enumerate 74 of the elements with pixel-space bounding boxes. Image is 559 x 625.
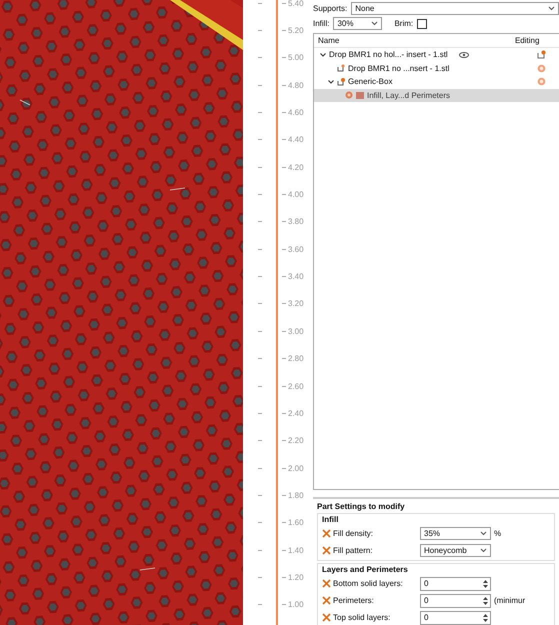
- option-label: Fill density:: [333, 529, 374, 538]
- object-name: Drop BMR1 no ...nsert - 1.stl: [348, 64, 450, 73]
- caret-icon: [548, 6, 555, 11]
- add-part-icon[interactable]: [537, 50, 546, 60]
- infill-label: Infill:: [313, 19, 330, 28]
- caret-icon: [480, 548, 487, 553]
- option-dropdown[interactable]: Honeycomb: [420, 544, 491, 557]
- object-name: Generic-Box: [348, 77, 392, 86]
- supports-dropdown[interactable]: None: [351, 2, 559, 15]
- height-label: 1.60: [288, 518, 304, 528]
- remove-icon[interactable]: [322, 613, 331, 622]
- number-field[interactable]: 0: [420, 610, 491, 624]
- tree-row[interactable]: Generic-Box: [314, 75, 559, 88]
- caret-icon: [371, 21, 378, 26]
- height-label: 2.60: [288, 382, 304, 391]
- option-label: Top solid layers:: [333, 613, 390, 622]
- remove-icon[interactable]: [322, 529, 331, 538]
- height-label: 4.80: [288, 80, 304, 90]
- chevron-icon[interactable]: [320, 52, 326, 58]
- caret-icon: [480, 531, 487, 536]
- infill-dropdown[interactable]: 30%: [333, 17, 382, 30]
- tree-row[interactable]: Infill, Lay...d Perimeters: [314, 88, 559, 102]
- remove-icon[interactable]: [322, 546, 331, 555]
- unit-label: (minimur: [494, 596, 526, 605]
- height-label: 5.40: [288, 0, 304, 8]
- brim-checkbox[interactable]: [417, 18, 428, 28]
- unit-label: %: [494, 529, 502, 538]
- option-label: Bottom solid layers:: [333, 579, 403, 588]
- option-label: Perimeters:: [333, 596, 374, 605]
- height-label: 2.20: [288, 436, 304, 446]
- number-field[interactable]: 0: [420, 576, 491, 590]
- height-label: 4.60: [288, 108, 304, 117]
- supports-label: Supports:: [313, 4, 348, 13]
- object-name: Infill, Lay...d Perimeters: [367, 90, 450, 100]
- tree-row[interactable]: Drop BMR1 no ...nsert - 1.stl: [314, 62, 559, 75]
- gear-icon: [345, 91, 353, 100]
- column-header[interactable]: Editing: [491, 36, 559, 45]
- height-label: 5.00: [288, 53, 304, 62]
- eye-icon[interactable]: [458, 52, 469, 58]
- height-label: 1.20: [288, 573, 304, 582]
- height-label: 5.20: [288, 26, 304, 35]
- height-label: 1.40: [288, 546, 304, 555]
- height-label: 1.80: [288, 490, 304, 500]
- tree-row[interactable]: Drop BMR1 no hol...- insert - 1.stl: [314, 48, 559, 62]
- group-title: Infill: [322, 515, 340, 524]
- brim-label: Brim:: [394, 19, 414, 28]
- height-label: 3.00: [288, 326, 304, 336]
- spin-arrows-icon[interactable]: [481, 594, 490, 606]
- height-label: 2.40: [288, 408, 304, 418]
- spin-arrows-icon[interactable]: [481, 612, 490, 624]
- section-title: Part Settings to modify: [317, 502, 406, 511]
- column-header[interactable]: Name: [314, 36, 492, 45]
- height-label: 2.80: [288, 354, 304, 364]
- height-label: 4.20: [288, 162, 304, 172]
- part-icon: [337, 64, 345, 72]
- remove-icon[interactable]: [322, 579, 331, 588]
- chevron-icon[interactable]: [328, 78, 334, 85]
- height-label: 3.40: [288, 272, 304, 282]
- height-label: 3.80: [288, 217, 304, 226]
- height-label: 4.40: [288, 135, 304, 144]
- height-label: 1.00: [288, 600, 304, 610]
- option-label: Fill pattern:: [333, 546, 373, 555]
- remove-icon[interactable]: [322, 596, 331, 605]
- option-dropdown[interactable]: 35%: [420, 527, 491, 540]
- layers-icon: [356, 92, 364, 99]
- number-field[interactable]: 0: [420, 594, 491, 608]
- height-label: 4.00: [288, 190, 304, 200]
- height-label: 3.20: [288, 299, 304, 308]
- group-title: Layers and Perimeters: [322, 565, 409, 574]
- object-name: Drop BMR1 no hol...- insert - 1.stl: [329, 50, 448, 60]
- spin-arrows-icon[interactable]: [481, 578, 490, 590]
- modifier-icon: [337, 78, 345, 86]
- height-label: 2.00: [288, 464, 304, 473]
- height-label: 3.60: [288, 244, 304, 254]
